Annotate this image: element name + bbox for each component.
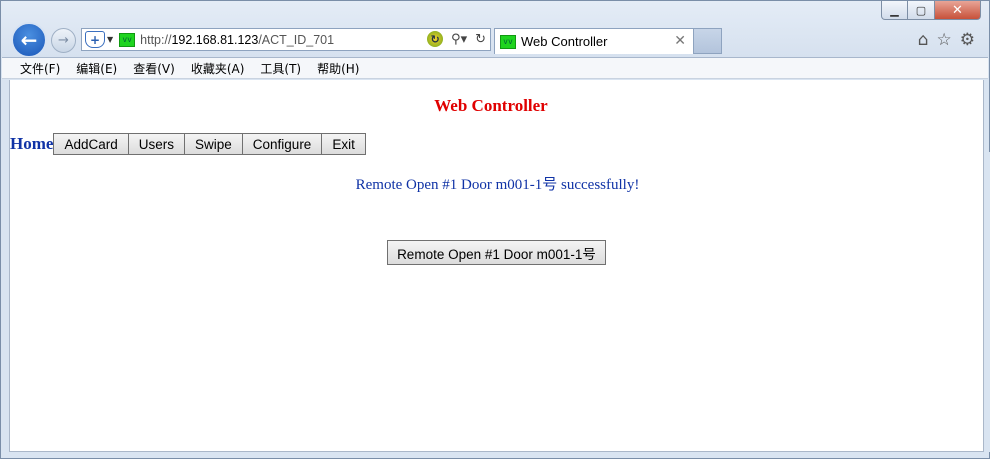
url-text[interactable]: http://192.168.81.123/ACT_ID_701 xyxy=(140,33,334,47)
menu-bar: 文件(F) 编辑(E) 查看(V) 收藏夹(A) 工具(T) 帮助(H) xyxy=(2,57,988,79)
forward-arrow-icon[interactable]: → xyxy=(51,28,76,53)
status-message: Remote Open #1 Door m001-1号 successfully… xyxy=(355,177,640,193)
menu-file[interactable]: 文件(F) xyxy=(12,60,68,77)
new-tab-button[interactable] xyxy=(694,28,722,54)
addcard-button[interactable]: AddCard xyxy=(53,133,129,155)
address-bar[interactable]: + ▼ vv http://192.168.81.123/ACT_ID_701 … xyxy=(81,28,491,51)
search-icon[interactable]: ⚲▾ xyxy=(451,32,467,47)
page-title: Web Controller xyxy=(434,96,548,115)
chevron-down-icon[interactable]: ▼ xyxy=(107,35,113,44)
remote-open-door-button[interactable]: Remote Open #1 Door m001-1号 xyxy=(387,240,606,265)
close-icon[interactable]: ✕ xyxy=(935,1,981,20)
minimize-icon[interactable]: ▁ xyxy=(881,1,908,20)
tab-close-icon[interactable]: ✕ xyxy=(674,33,686,49)
site-favicon-icon: vv xyxy=(119,32,136,47)
browser-tools: ⌂ ☆ ⚙ xyxy=(918,30,975,50)
swipe-button[interactable]: Swipe xyxy=(184,133,243,155)
refresh-icon[interactable]: ↻ xyxy=(475,32,486,47)
url-path: /ACT_ID_701 xyxy=(258,32,335,47)
home-link[interactable]: Home xyxy=(10,134,53,154)
gear-icon[interactable]: ⚙ xyxy=(960,30,975,50)
exit-button[interactable]: Exit xyxy=(321,133,366,155)
address-actions: ↻ ⚲▾ ↻ xyxy=(427,31,486,47)
menu-tools[interactable]: 工具(T) xyxy=(252,60,309,77)
tab-favicon-icon: vv xyxy=(500,34,516,49)
menu-view[interactable]: 查看(V) xyxy=(125,60,183,77)
users-button[interactable]: Users xyxy=(127,133,185,155)
configure-button[interactable]: Configure xyxy=(241,133,323,155)
shield-icon[interactable]: + xyxy=(85,31,105,48)
page-content: Web Controller Home AddCard Users Swipe … xyxy=(9,80,990,452)
tab-web-controller[interactable]: vv Web Controller ✕ xyxy=(494,28,694,54)
menu-help[interactable]: 帮助(H) xyxy=(309,60,367,77)
home-icon[interactable]: ⌂ xyxy=(918,30,929,50)
page-nav: Home AddCard Users Swipe Configure Exit xyxy=(10,133,366,155)
scrollbar-track[interactable] xyxy=(984,152,990,452)
menu-edit[interactable]: 编辑(E) xyxy=(68,60,125,77)
window-controls: ▁ ▢ ✕ xyxy=(881,1,981,21)
url-host: 192.168.81.123 xyxy=(171,32,259,47)
favorites-star-icon[interactable]: ☆ xyxy=(937,30,952,50)
title-bar: ▁ ▢ ✕ ← → + ▼ vv http://192.168.81.123/A… xyxy=(1,1,989,58)
maximize-icon[interactable]: ▢ xyxy=(908,1,935,20)
compatibility-view-icon[interactable]: ↻ xyxy=(427,31,444,47)
url-scheme: http:// xyxy=(140,32,172,47)
back-arrow-icon[interactable]: ← xyxy=(11,22,47,58)
tab-title: Web Controller xyxy=(521,34,608,49)
menu-favorites[interactable]: 收藏夹(A) xyxy=(183,60,253,77)
browser-window: ▁ ▢ ✕ ← → + ▼ vv http://192.168.81.123/A… xyxy=(0,0,990,459)
